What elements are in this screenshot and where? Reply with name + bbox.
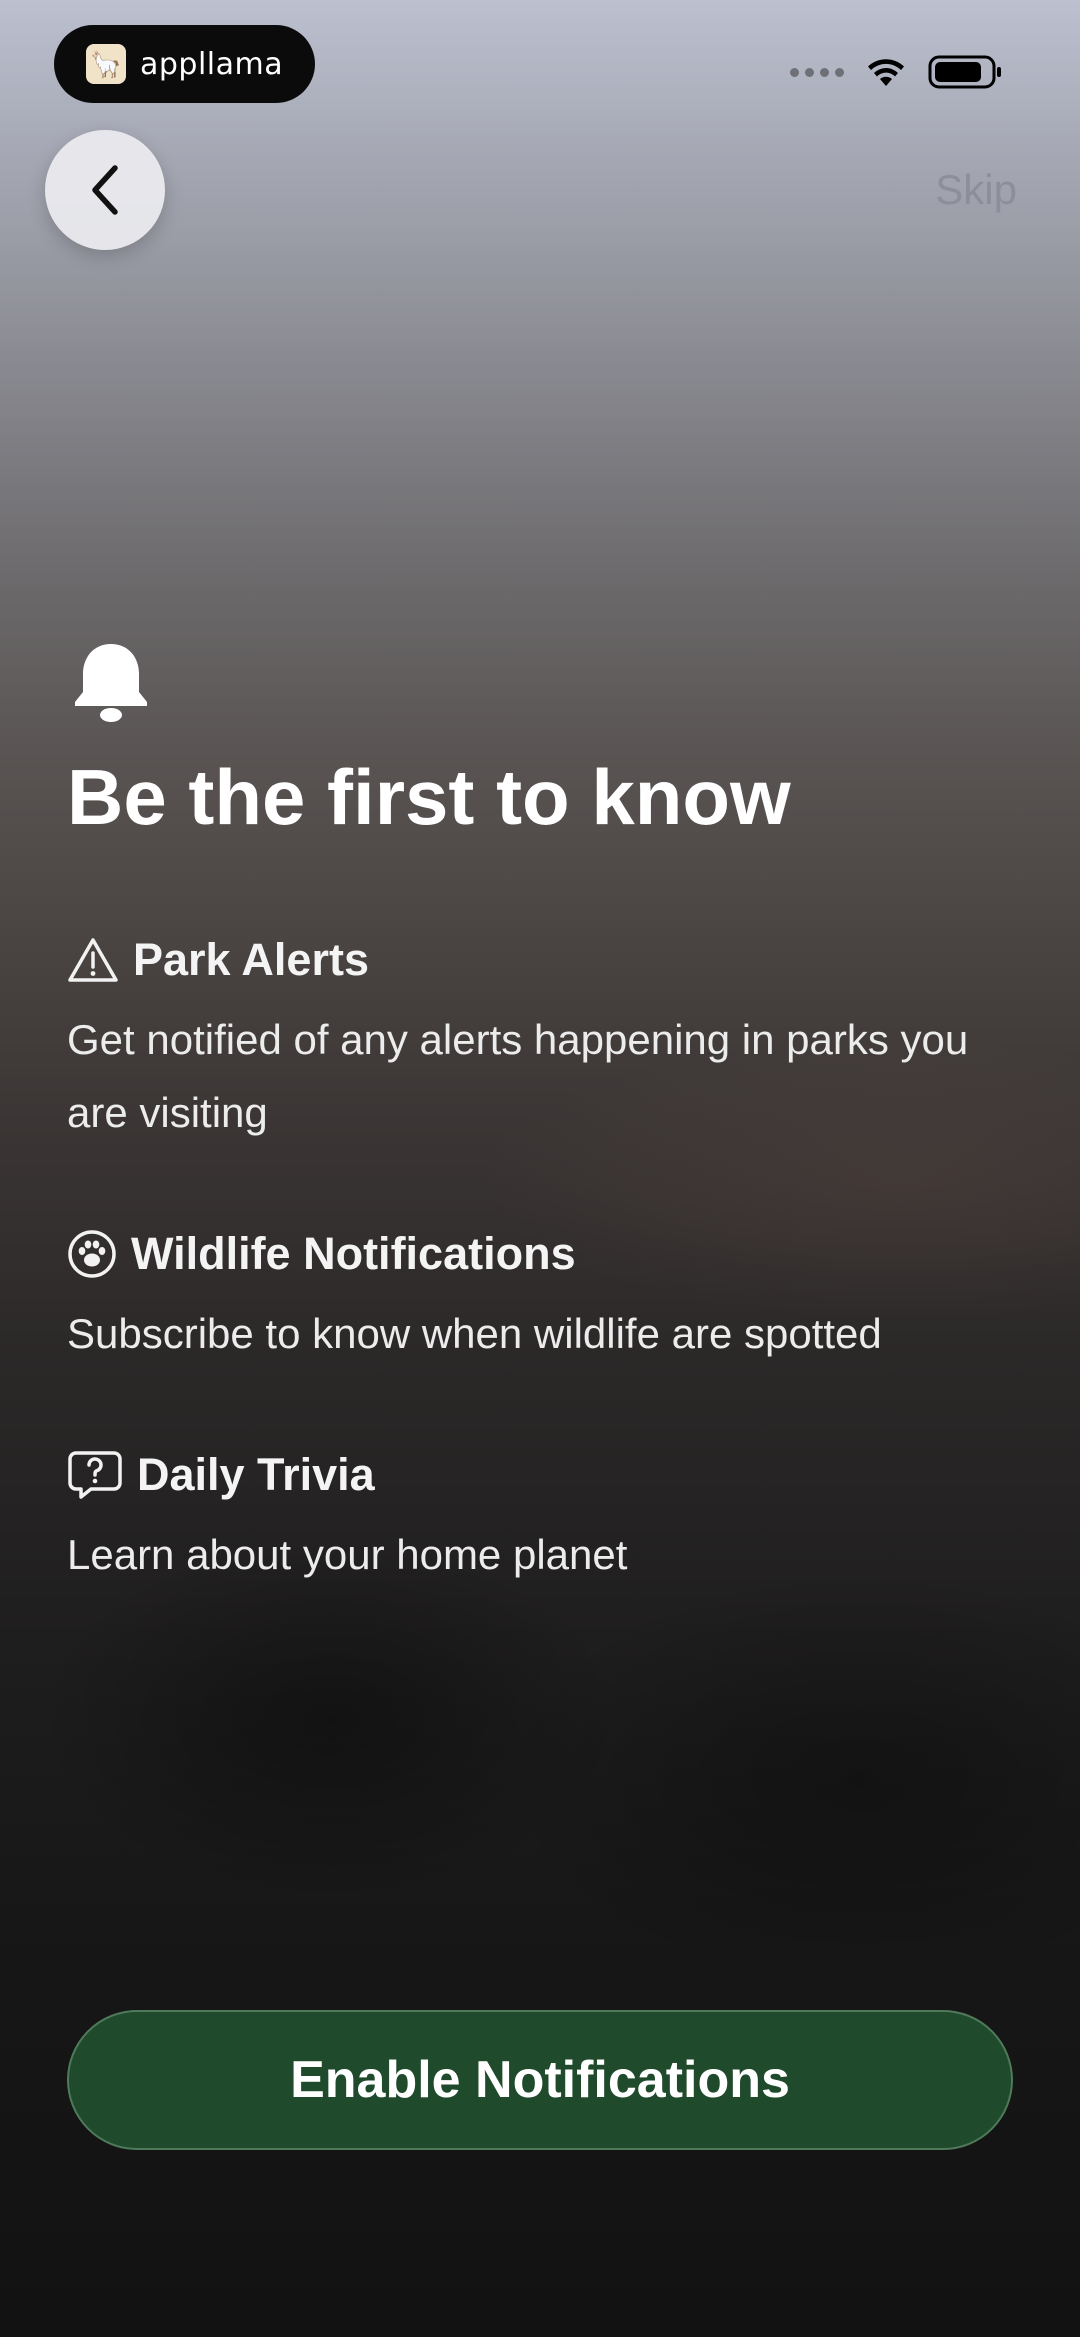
feature-description: Learn about your home planet [67, 1531, 628, 1578]
llama-icon: 🦙 [86, 44, 126, 84]
feature-title: Park Alerts [133, 934, 369, 985]
wifi-icon [866, 56, 906, 88]
page-title: Be the first to know [67, 753, 791, 841]
onboarding-content: Be the first to know Park Alerts Get not… [67, 640, 1027, 1591]
app-pill: 🦙 appllama [54, 25, 315, 103]
feature-description: Get notified of any alerts happening in … [67, 1016, 969, 1136]
app-name: appllama [140, 46, 284, 82]
feature-wildlife-notifications: Wildlife Notifications Subscribe to know… [67, 1228, 1027, 1370]
feature-daily-trivia: Daily Trivia Learn about your home plane… [67, 1449, 1027, 1591]
warning-triangle-icon [68, 938, 118, 982]
question-bubble-icon [68, 1451, 122, 1499]
paw-icon [68, 1230, 116, 1278]
chevron-left-icon [92, 165, 118, 215]
feature-park-alerts: Park Alerts Get notified of any alerts h… [67, 934, 1027, 1149]
back-button[interactable] [45, 130, 165, 250]
feature-title: Wildlife Notifications [131, 1228, 576, 1279]
feature-description: Subscribe to know when wildlife are spot… [67, 1310, 882, 1357]
status-indicators [790, 52, 1004, 92]
bell-icon [75, 644, 147, 722]
enable-notifications-button[interactable]: Enable Notifications [67, 2010, 1013, 2150]
battery-icon [928, 54, 1004, 90]
cellular-signal-icon [790, 67, 844, 77]
feature-title: Daily Trivia [137, 1449, 375, 1500]
skip-button[interactable]: Skip [935, 166, 1017, 214]
